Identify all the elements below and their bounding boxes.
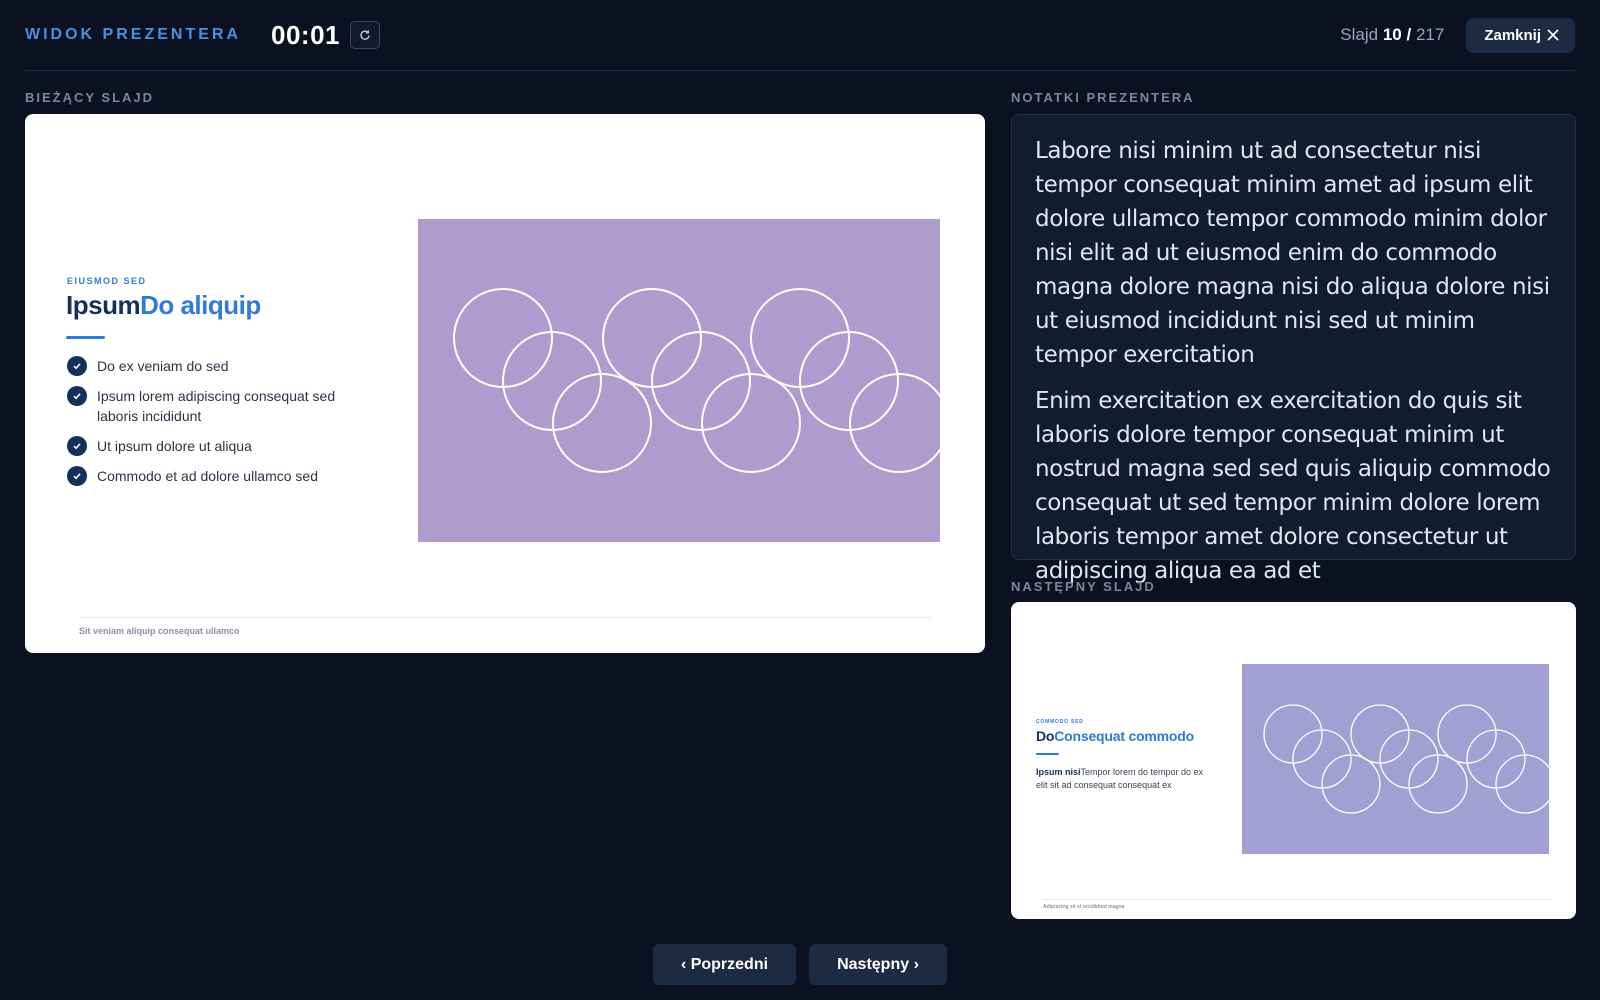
- reset-icon: [360, 30, 370, 40]
- current-slide-label: BIEŻĄCY SLAJD: [25, 90, 155, 105]
- check-icon: [67, 386, 87, 406]
- next-button[interactable]: Następny ›: [809, 944, 947, 985]
- bullet-item: Ut ipsum dolore ut aliqua: [67, 436, 367, 456]
- app-title: WIDOK PREZENTERA: [25, 26, 241, 43]
- slide-counter-label: Slajd: [1340, 25, 1379, 44]
- close-button[interactable]: Zamknij: [1466, 17, 1575, 53]
- speaker-notes[interactable]: Labore nisi minim ut ad consectetur nisi…: [1011, 114, 1576, 584]
- next-slide-body-bold: Ipsum nisi: [1036, 767, 1081, 777]
- notes-paragraph: Labore nisi minim ut ad consectetur nisi…: [1035, 138, 1550, 368]
- slide-counter-current: 10: [1382, 25, 1402, 44]
- bullet-list: Do ex veniam do sed Ipsum lorem adipisci…: [67, 356, 367, 496]
- presentation-timer: 00:01: [271, 19, 340, 50]
- slide-counter: Slajd 10 / 217: [1340, 25, 1444, 45]
- bullet-text: Commodo et ad dolore ullamco sed: [97, 468, 319, 484]
- slide-counter-separator: /: [1406, 25, 1412, 44]
- slide-title: IpsumDo aliquip: [66, 290, 261, 321]
- slide-title-accent: Do aliquip: [140, 290, 261, 320]
- next-slide-preview[interactable]: COMMODO SED DoConsequat commodo Ipsum ni…: [1011, 602, 1576, 919]
- close-icon: [1547, 29, 1559, 41]
- slide-eyebrow: EIUSMOD SED: [67, 276, 147, 286]
- check-icon: [67, 466, 87, 486]
- bullet-item: Do ex veniam do sed: [67, 356, 367, 376]
- next-circles-pattern: [1263, 704, 1549, 814]
- reset-timer-button[interactable]: [350, 21, 380, 49]
- slide-counter-total: 217: [1415, 25, 1445, 44]
- check-icon: [67, 356, 87, 376]
- next-slide-eyebrow: COMMODO SED: [1036, 719, 1084, 725]
- slide-title-main: Ipsum: [66, 290, 141, 320]
- previous-button[interactable]: ‹ Poprzedni: [653, 944, 796, 985]
- slide-footer-rule: [79, 617, 931, 618]
- next-slide-image: [1242, 664, 1549, 854]
- next-slide-title-main: Do: [1036, 728, 1055, 744]
- next-slide-title: DoConsequat commodo: [1036, 728, 1194, 744]
- bullet-text: Do ex veniam do sed: [97, 358, 229, 374]
- next-slide-footer-rule: [1043, 899, 1553, 900]
- top-bar: WIDOK PREZENTERA 00:01 Slajd 10 / 217 Za…: [25, 0, 1575, 71]
- circles-pattern: [453, 288, 940, 473]
- slide-footer: Sit veniam aliquip consequat ullamco: [79, 626, 240, 636]
- slide-image: [418, 219, 940, 542]
- next-slide-body: Ipsum nisiTempor lorem do tempor do ex e…: [1036, 766, 1216, 792]
- bullet-item: Commodo et ad dolore ullamco sed: [67, 466, 367, 486]
- current-slide: EIUSMOD SED IpsumDo aliquip Do ex veniam…: [25, 114, 985, 653]
- next-slide-footer: Adipiscing sit et incididunt magna: [1043, 904, 1125, 910]
- bullet-text: Ut ipsum dolore ut aliqua: [97, 438, 252, 454]
- notes-paragraph: Enim exercitation ex exercitation do qui…: [1035, 388, 1551, 584]
- next-slide-label: NASTĘPNY SLAJD: [1011, 579, 1156, 594]
- title-rule: [66, 336, 105, 339]
- bullet-item: Ipsum lorem adipiscing consequat sed lab…: [67, 386, 367, 426]
- next-slide-title-accent: Consequat commodo: [1054, 728, 1194, 744]
- check-icon: [67, 436, 87, 456]
- close-button-label: Zamknij: [1484, 26, 1541, 44]
- bullet-text: Ipsum lorem adipiscing consequat sed lab…: [97, 388, 336, 424]
- next-title-rule: [1036, 753, 1059, 755]
- notes-label: NOTATKI PREZENTERA: [1011, 90, 1195, 105]
